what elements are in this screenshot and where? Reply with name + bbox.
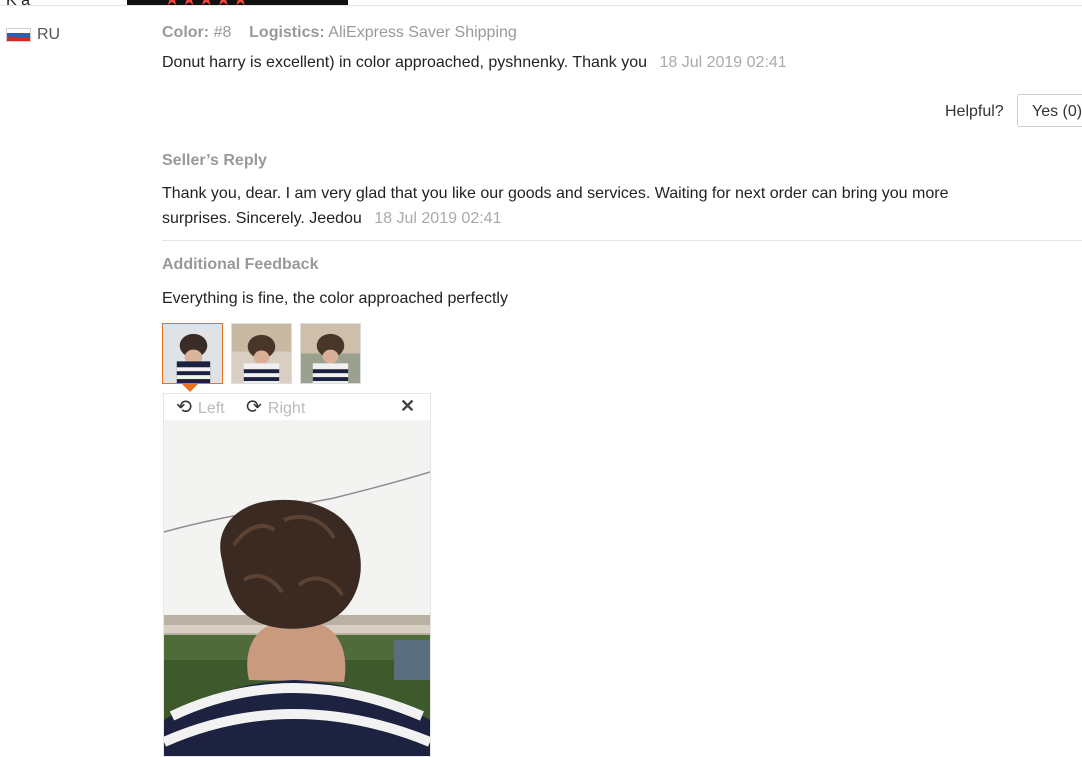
rotate-right-icon: ⟳ — [246, 397, 262, 418]
close-icon[interactable]: ✕ — [400, 396, 415, 417]
review-date: 18 Jul 2019 02:41 — [659, 54, 787, 71]
selected-thumbnail-indicator — [182, 384, 198, 392]
photo-viewer-toolbar: ⟲ Left ⟳ Right ✕ — [164, 394, 430, 420]
review-meta: Color: #8 Logistics: AliExpress Saver Sh… — [162, 24, 517, 42]
helpful-yes-button[interactable]: Yes (0) — [1017, 94, 1082, 127]
rotate-left-button[interactable]: ⟲ Left — [176, 396, 225, 419]
additional-feedback-title: Additional Feedback — [162, 256, 319, 273]
rating-stars: ★★★★★ — [164, 0, 250, 10]
seller-reply-text: Thank you, dear. I am very glad that you… — [162, 185, 949, 227]
color-value: #8 — [213, 24, 232, 41]
photo-thumbnail-image — [232, 324, 291, 383]
color-label: Color: — [162, 24, 210, 41]
rotate-left-icon: ⟲ — [176, 397, 192, 418]
photo-thumbnail-2[interactable] — [231, 323, 292, 384]
rotate-right-label: Right — [267, 400, 306, 417]
rotate-left-label: Left — [197, 400, 225, 417]
photo-thumbnail-1[interactable] — [162, 323, 223, 384]
review-text: Donut harry is excellent) in color appro… — [162, 54, 648, 71]
reviewer-country: RU — [37, 26, 61, 43]
photo-thumbnail-image — [301, 324, 360, 383]
helpful-question: Helpful? — [945, 103, 1004, 120]
photo-thumbnail-image — [163, 324, 222, 383]
logistics-label: Logistics: — [249, 24, 325, 41]
seller-reply-title: Seller’s Reply — [162, 152, 267, 169]
additional-feedback-text: Everything is fine, the color approached… — [162, 290, 508, 307]
photo-thumbnail-3[interactable] — [300, 323, 361, 384]
section-divider — [162, 240, 1082, 241]
seller-reply-body: Thank you, dear. I am very glad that you… — [162, 181, 1022, 231]
seller-reply-date: 18 Jul 2019 02:41 — [374, 210, 502, 227]
rotate-right-button[interactable]: ⟳ Right — [246, 396, 305, 419]
top-divider — [0, 5, 1082, 6]
photo-viewer: ⟲ Left ⟳ Right ✕ — [163, 393, 431, 757]
review-body: Donut harry is excellent) in color appro… — [162, 54, 787, 72]
russia-flag-icon — [6, 28, 31, 42]
photo-large-image — [164, 420, 430, 756]
reviewer-name: K a — [6, 0, 31, 9]
logistics-value: AliExpress Saver Shipping — [328, 24, 517, 41]
